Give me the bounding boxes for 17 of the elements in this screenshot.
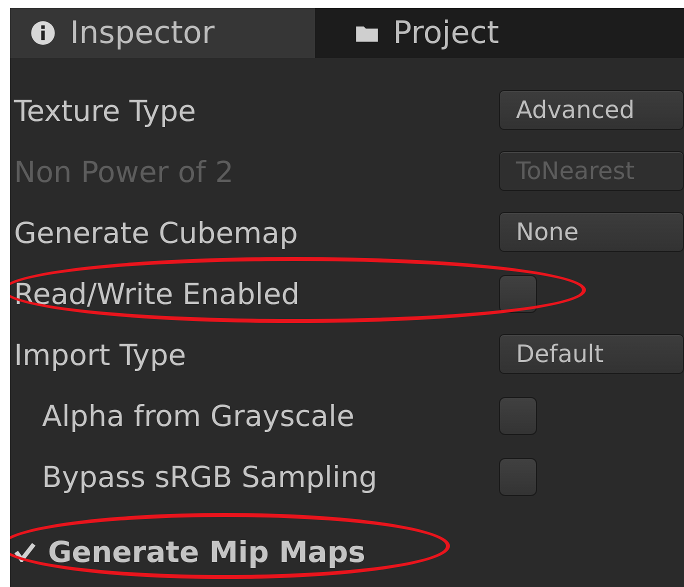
field-label: Generate Cubemap — [14, 216, 299, 250]
info-icon — [30, 20, 56, 46]
dropdown[interactable]: Advanced — [499, 90, 684, 130]
tab[interactable]: Inspector — [10, 8, 315, 58]
checkbox[interactable] — [499, 396, 537, 434]
field-label: Bypass sRGB Sampling — [42, 460, 378, 494]
field-label: Import Type — [14, 338, 188, 372]
field-label: Generate Mip Maps — [48, 534, 366, 568]
field-label: Read/Write Enabled — [14, 276, 301, 310]
tab[interactable]: Project — [315, 8, 684, 58]
checkbox[interactable] — [499, 458, 537, 496]
field-label: Alpha from Grayscale — [42, 398, 356, 432]
dropdown[interactable]: None — [499, 212, 684, 252]
checkbox[interactable] — [499, 274, 537, 312]
dropdown[interactable]: Default — [499, 334, 684, 374]
field-label: Texture Type — [14, 94, 197, 128]
checkmark-icon[interactable] — [14, 542, 36, 562]
